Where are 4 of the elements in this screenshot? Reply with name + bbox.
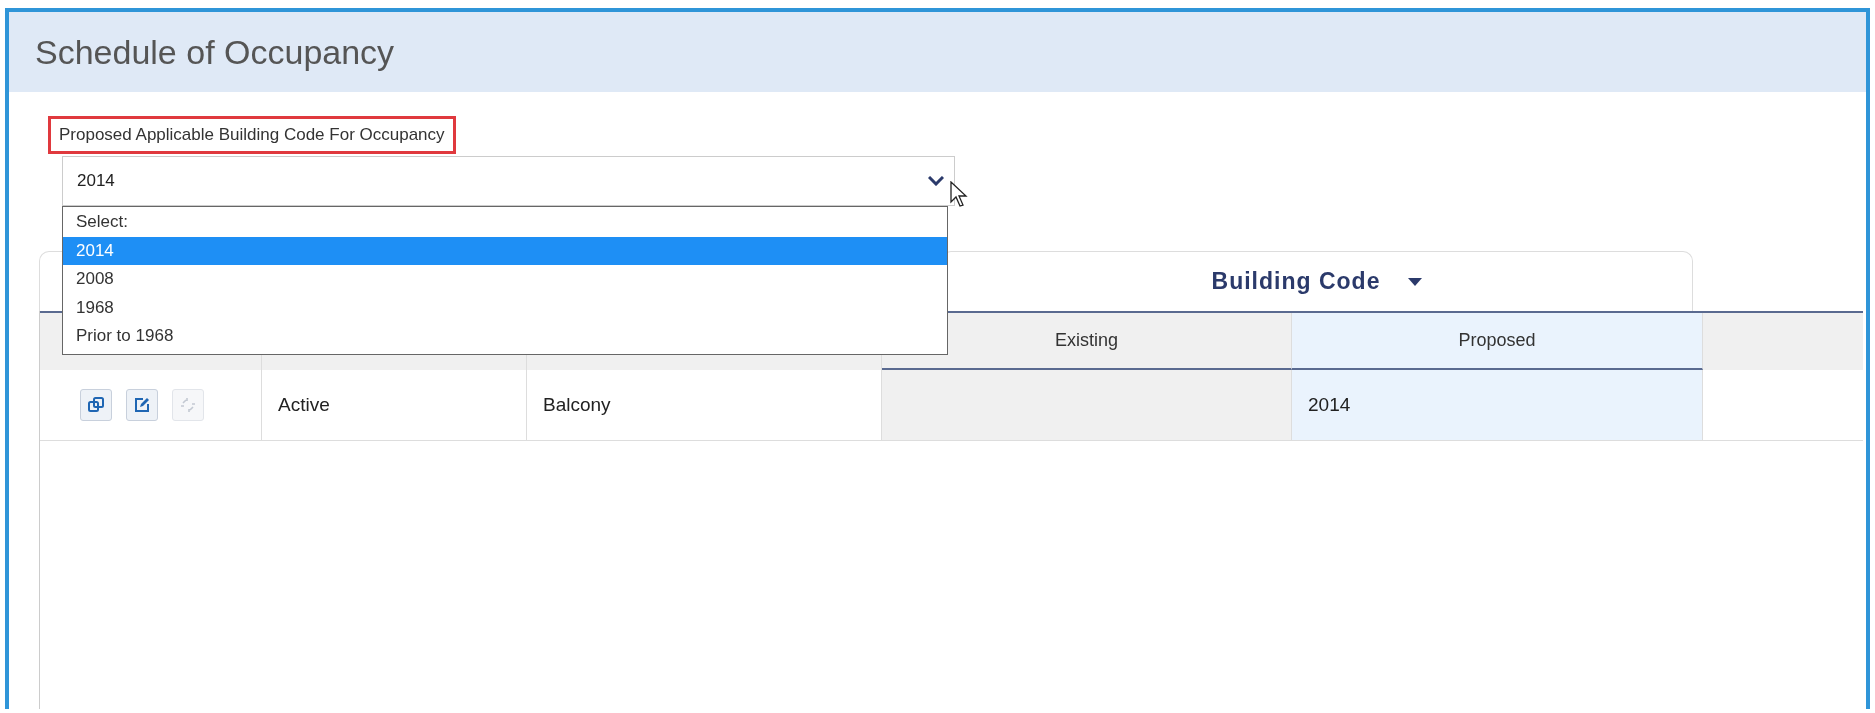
table-cell: 2014 [1292,370,1703,440]
field-label: Proposed Applicable Building Code For Occupancy [48,116,456,154]
table-cell: Active [262,370,527,440]
panel-title: Schedule of Occupancy [35,32,395,72]
